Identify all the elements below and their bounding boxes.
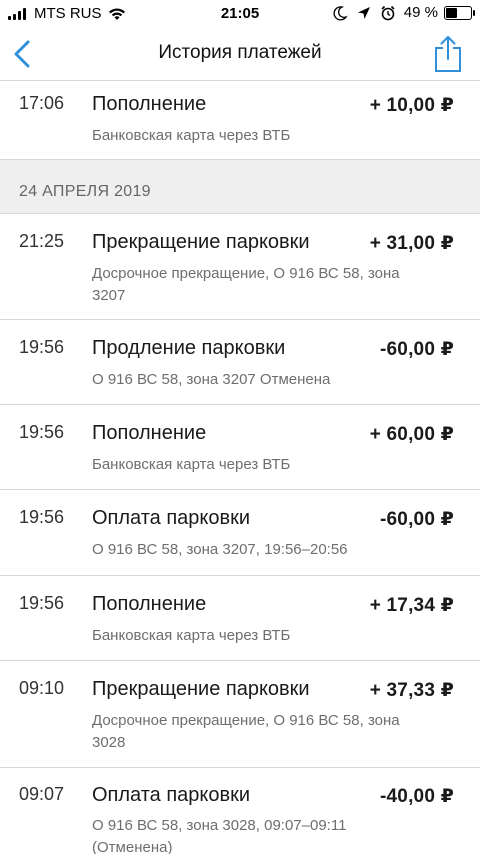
date-section-header: 24 АПРЕЛЯ 2019 [0,160,480,214]
payment-subtitle: Досрочное прекращение, О 916 ВС 58, зона… [92,265,400,304]
payment-title: Пополнение [92,422,207,444]
payment-item[interactable]: 19:56 Оплата парковки -60,00 ₽ О 916 ВС … [0,490,480,576]
payment-amount: + 31,00 ₽ [369,233,454,254]
payment-subtitle: Банковская карта через ВТБ [92,456,291,473]
payment-title: Пополнение [92,593,207,615]
payment-time: 19:56 [19,337,65,357]
location-arrow-icon [357,6,370,19]
page-title: История платежей [158,42,322,63]
payment-item[interactable]: 19:56 Пополнение + 60,00 ₽ Банковская ка… [0,405,480,490]
payment-amount: -60,00 ₽ [380,509,454,530]
status-bar-right: 49 % [324,4,475,21]
payment-subtitle: О 916 ВС 58, зона 3207 Отменена [92,371,331,388]
payment-time: 19:56 [19,422,65,442]
navigation-bar: История платежей [0,28,480,81]
payment-item[interactable]: 19:56 Пополнение + 17,34 ₽ Банковская ка… [0,576,480,661]
payment-history-list: 17:06 Пополнение + 10,00 ₽ Банковская ка… [0,81,480,854]
battery-icon [444,5,475,20]
payment-item[interactable]: 09:07 Оплата парковки -40,00 ₽ О 916 ВС … [0,768,480,854]
payment-subtitle: О 916 ВС 58, зона 3028, 09:07–09:11 (Отм… [92,817,347,854]
moon-icon [333,5,348,20]
payment-time: 17:06 [19,93,65,113]
payment-title: Пополнение [92,93,207,115]
payment-amount: + 10,00 ₽ [369,95,454,116]
payment-amount: + 17,34 ₽ [369,595,454,616]
payment-item[interactable]: 19:56 Продление парковки -60,00 ₽ О 916 … [0,320,480,405]
alarm-icon [381,5,395,20]
battery-level-fill [446,7,457,18]
payment-title: Оплата парковки [92,507,251,529]
payment-title: Оплата парковки [92,784,251,806]
status-bar: MTS RUS 21:05 49 % [0,0,480,28]
payment-subtitle: Банковская карта через ВТБ [92,627,291,644]
screen: MTS RUS 21:05 49 % История платежей 17:0… [0,0,480,854]
payment-item[interactable]: 09:10 Прекращение парковки + 37,33 ₽ Дос… [0,661,480,768]
payment-time: 09:10 [19,678,65,698]
payment-subtitle: Банковская карта через ВТБ [92,127,291,144]
payment-time: 21:25 [19,231,65,251]
payment-title: Продление парковки [92,337,286,359]
payment-amount: -60,00 ₽ [380,339,454,360]
share-icon[interactable] [430,34,466,74]
payment-subtitle: О 916 ВС 58, зона 3207, 19:56–20:56 [92,541,348,558]
payment-amount: -40,00 ₽ [380,786,454,807]
payment-time: 19:56 [19,507,65,527]
payment-amount: + 37,33 ₽ [369,680,454,701]
payment-item[interactable]: 17:06 Пополнение + 10,00 ₽ Банковская ка… [0,81,480,160]
payment-subtitle: Досрочное прекращение, О 916 ВС 58, зона… [92,712,400,751]
payment-title: Прекращение парковки [92,231,310,253]
date-header-label: 24 АПРЕЛЯ 2019 [19,183,151,200]
payment-time: 09:07 [19,784,65,804]
payment-amount: + 60,00 ₽ [369,424,454,445]
payment-title: Прекращение парковки [92,678,310,700]
battery-percent: 49 % [403,4,438,21]
payment-item[interactable]: 21:25 Прекращение парковки + 31,00 ₽ Дос… [0,214,480,320]
payment-time: 19:56 [19,593,65,613]
